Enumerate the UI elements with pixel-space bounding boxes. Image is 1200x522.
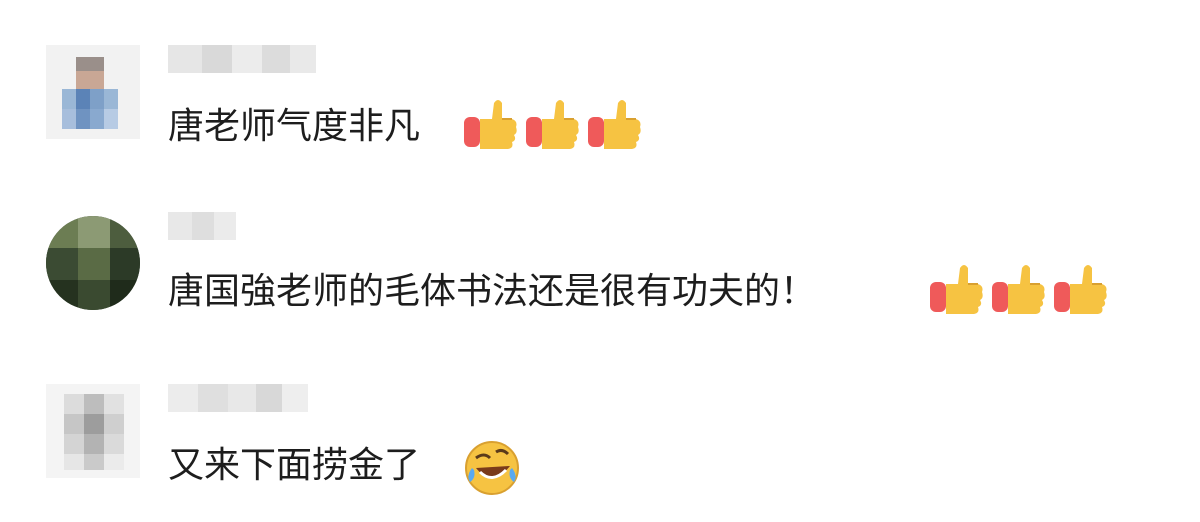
- thumbs-up-icon: [586, 97, 644, 153]
- rolling-on-floor-laughing-icon: [462, 438, 522, 498]
- username-blurred[interactable]: [168, 206, 238, 242]
- thumbs-up-icon: [462, 97, 520, 153]
- username-blurred[interactable]: [168, 41, 318, 77]
- avatar[interactable]: [46, 45, 140, 139]
- reaction-emojis: [928, 262, 1110, 318]
- thumbs-up-icon: [524, 97, 582, 153]
- reaction-emojis: [462, 97, 644, 153]
- comment-text: 又来下面捞金了: [168, 445, 421, 486]
- username-blurred[interactable]: [168, 378, 310, 414]
- thumbs-up-icon: [1052, 262, 1110, 318]
- reaction-emojis: [462, 438, 522, 498]
- avatar[interactable]: [46, 216, 140, 310]
- thumbs-up-icon: [928, 262, 986, 318]
- comment-item: 唐老师气度非凡: [0, 35, 1200, 185]
- thumbs-up-icon: [990, 262, 1048, 318]
- comment-item: 唐国強老师的毛体书法还是很有功夫的！: [0, 200, 1200, 350]
- comment-item: 又来下面捞金了: [0, 372, 1200, 522]
- avatar[interactable]: [46, 384, 140, 478]
- comment-text: 唐国強老师的毛体书法还是很有功夫的！: [168, 271, 817, 312]
- comment-text: 唐老师气度非凡: [168, 106, 421, 147]
